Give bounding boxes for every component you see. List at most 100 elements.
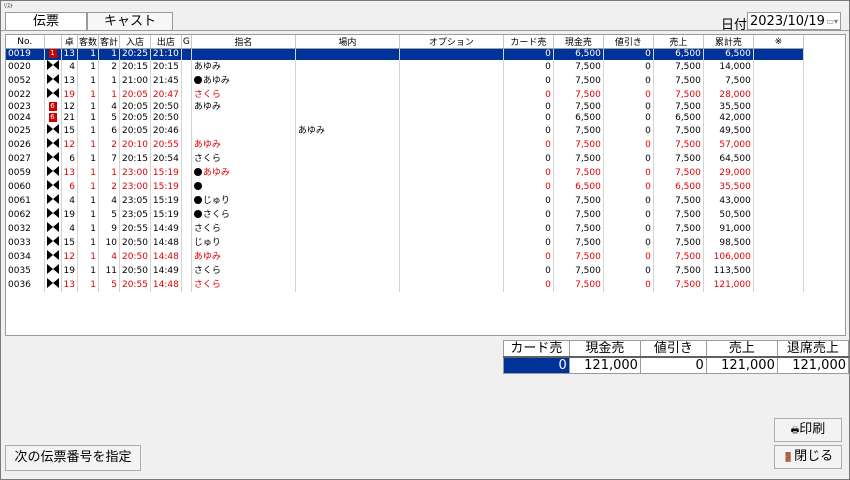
cell-shimei: あゆみ xyxy=(191,250,296,264)
row-marker-cell: 6 xyxy=(44,113,62,124)
summary-header-sales: 売上 xyxy=(705,340,778,358)
cell-option xyxy=(399,278,504,292)
cell-total: 5 xyxy=(98,113,120,124)
print-button[interactable]: 🖶印刷 xyxy=(774,418,842,442)
cell-cash: 7,500 xyxy=(553,278,604,292)
cell-card: 0 xyxy=(503,208,554,222)
table-row[interactable]: 0035 19 1 11 20:50 14:49 さくら 0 7,500 0 7,500 113,50… xyxy=(6,264,804,278)
table-row[interactable]: 0022 19 1 1 20:05 20:47 さくら 0 7,500 0 7,500 28,000 xyxy=(6,88,804,102)
tab-slip[interactable]: 伝票 xyxy=(5,12,87,31)
cell-shimei xyxy=(191,113,296,124)
cell-card: 0 xyxy=(503,222,554,236)
table-row[interactable]: 0027 6 1 7 20:15 20:54 さくら 0 7,500 0 7,500 64,500 xyxy=(6,152,804,166)
cell-guests: 1 xyxy=(77,138,99,152)
table-row[interactable]: 0060 6 1 2 23:00 15:19 0 6,500 0 6,500 35,500 xyxy=(6,180,804,194)
cell-no: 0022 xyxy=(6,88,45,102)
cell-cumulative: 57,000 xyxy=(703,138,754,152)
cell-shimei: あゆみ xyxy=(191,74,296,88)
close-button[interactable]: 🚪閉じる xyxy=(774,445,842,469)
cell-sales: 7,500 xyxy=(653,278,704,292)
table-row[interactable]: 0024 6 21 1 5 20:05 20:50 0 6,500 0 6,500 42,000 xyxy=(6,113,804,124)
cell-shimei: じゅり xyxy=(191,236,296,250)
cell-card: 0 xyxy=(503,236,554,250)
summary-header-discount: 値引き xyxy=(639,340,707,358)
table-row[interactable]: 0034 12 1 4 20:50 14:48 あゆみ 0 7,500 0 7,500 106,000 xyxy=(6,250,804,264)
cell-in: 20:25 xyxy=(119,48,151,60)
shimei-text: あゆみ xyxy=(193,61,221,72)
shimei-text: さくら xyxy=(193,89,221,100)
table-row[interactable]: 0023 6 12 1 4 20:05 20:50 あゆみ 0 7,500 0 7,500 35,500 xyxy=(6,102,804,113)
row-marker-cell xyxy=(44,166,62,180)
cell-card: 0 xyxy=(503,113,554,124)
bowtie-icon xyxy=(46,138,59,148)
cell-jonai xyxy=(295,180,400,194)
cell-card: 0 xyxy=(503,152,554,166)
shimei-text: さくら xyxy=(193,153,221,164)
summary-value-card[interactable]: 0 xyxy=(503,356,570,374)
cell-g xyxy=(181,138,192,152)
date-picker[interactable]: 2023/10/19 ▭▾ xyxy=(747,12,841,30)
cell-guests: 1 xyxy=(77,60,99,74)
cell-sales: 7,500 xyxy=(653,60,704,74)
cell-guests: 1 xyxy=(77,113,99,124)
cell-tablenum: 21 xyxy=(61,113,78,124)
cell-note xyxy=(753,208,804,222)
cell-no: 0027 xyxy=(6,152,45,166)
header-jonai: 場内 xyxy=(295,35,400,49)
cell-shimei: さくら xyxy=(191,264,296,278)
next-slip-number-button[interactable]: 次の伝票番号を指定 xyxy=(5,445,141,471)
cell-cumulative: 6,500 xyxy=(703,48,754,60)
table-row[interactable]: 0026 12 1 2 20:10 20:55 あゆみ 0 7,500 0 7,500 57,000 xyxy=(6,138,804,152)
cell-discount: 0 xyxy=(603,166,654,180)
cell-out: 20:46 xyxy=(150,124,182,138)
cell-sales: 7,500 xyxy=(653,124,704,138)
cell-jonai xyxy=(295,74,400,88)
cell-out: 14:49 xyxy=(150,222,182,236)
cell-out: 20:50 xyxy=(150,102,182,113)
cell-out: 21:10 xyxy=(150,48,182,60)
shimei-text: さくら xyxy=(193,265,221,276)
cell-g xyxy=(181,194,192,208)
cell-discount: 0 xyxy=(603,236,654,250)
row-marker-cell xyxy=(44,124,62,138)
cell-guests: 1 xyxy=(77,194,99,208)
cell-jonai xyxy=(295,138,400,152)
calendar-dropdown-icon[interactable]: ▭▾ xyxy=(826,13,838,31)
table-row[interactable]: 0033 15 1 10 20:50 14:48 じゅり 0 7,500 0 7,500 98,500 xyxy=(6,236,804,250)
table-row[interactable]: 0062 19 1 5 23:05 15:19 さくら 0 7,500 0 7,500 50,500 xyxy=(6,208,804,222)
header-option: オプション xyxy=(399,35,504,49)
cell-jonai xyxy=(295,278,400,292)
cell-cumulative: 42,000 xyxy=(703,113,754,124)
tab-cast[interactable]: キャスト xyxy=(87,12,173,31)
cell-in: 20:15 xyxy=(119,152,151,166)
cell-g xyxy=(181,166,192,180)
dot-icon xyxy=(193,196,202,204)
cell-discount: 0 xyxy=(603,278,654,292)
header-no: No. xyxy=(6,35,45,49)
cell-g xyxy=(181,48,192,60)
cell-discount: 0 xyxy=(603,264,654,278)
cell-jonai xyxy=(295,113,400,124)
table-row[interactable]: 0059 13 1 1 23:00 15:19 あゆみ 0 7,500 0 7,500 29,000 xyxy=(6,166,804,180)
cell-option xyxy=(399,250,504,264)
table-row[interactable]: 0052 13 1 1 21:00 21:45 あゆみ 0 7,500 0 7,500 7,500 xyxy=(6,74,804,88)
table-row[interactable]: 0025 15 1 6 20:05 20:46 あゆみ 0 7,500 0 7,500 49,500 xyxy=(6,124,804,138)
cell-cash: 7,500 xyxy=(553,138,604,152)
cell-note xyxy=(753,250,804,264)
table-row[interactable]: 0032 4 1 9 20:55 14:49 さくら 0 7,500 0 7,500 91,000 xyxy=(6,222,804,236)
cell-out: 21:45 xyxy=(150,74,182,88)
cell-guests: 1 xyxy=(77,152,99,166)
table-row[interactable]: 0061 4 1 4 23:05 15:19 じゅり 0 7,500 0 7,500 43,000 xyxy=(6,194,804,208)
summary-value-cash: 121,000 xyxy=(568,356,641,374)
table-row[interactable]: 0019 1 13 1 1 20:25 21:10 0 6,500 0 6,500 6,500 xyxy=(6,48,804,60)
bowtie-icon xyxy=(46,278,59,288)
cell-total: 7 xyxy=(98,152,120,166)
table-row[interactable]: 0020 4 1 2 20:15 20:15 あゆみ 0 7,500 0 7,500 14,000 xyxy=(6,60,804,74)
cell-sales: 7,500 xyxy=(653,236,704,250)
cell-note xyxy=(753,166,804,180)
cell-no: 0032 xyxy=(6,222,45,236)
table-row[interactable]: 0036 13 1 5 20:55 14:48 さくら 0 7,500 0 7,500 121,000 xyxy=(6,278,804,292)
slip-table: No. 卓客数 客計 入店 出店 G 指名 場内 オプション カード売 現金売 値引き 売上 累計売 ※ 0… xyxy=(6,35,804,292)
cell-in: 20:50 xyxy=(119,264,151,278)
cell-sales: 7,500 xyxy=(653,152,704,166)
